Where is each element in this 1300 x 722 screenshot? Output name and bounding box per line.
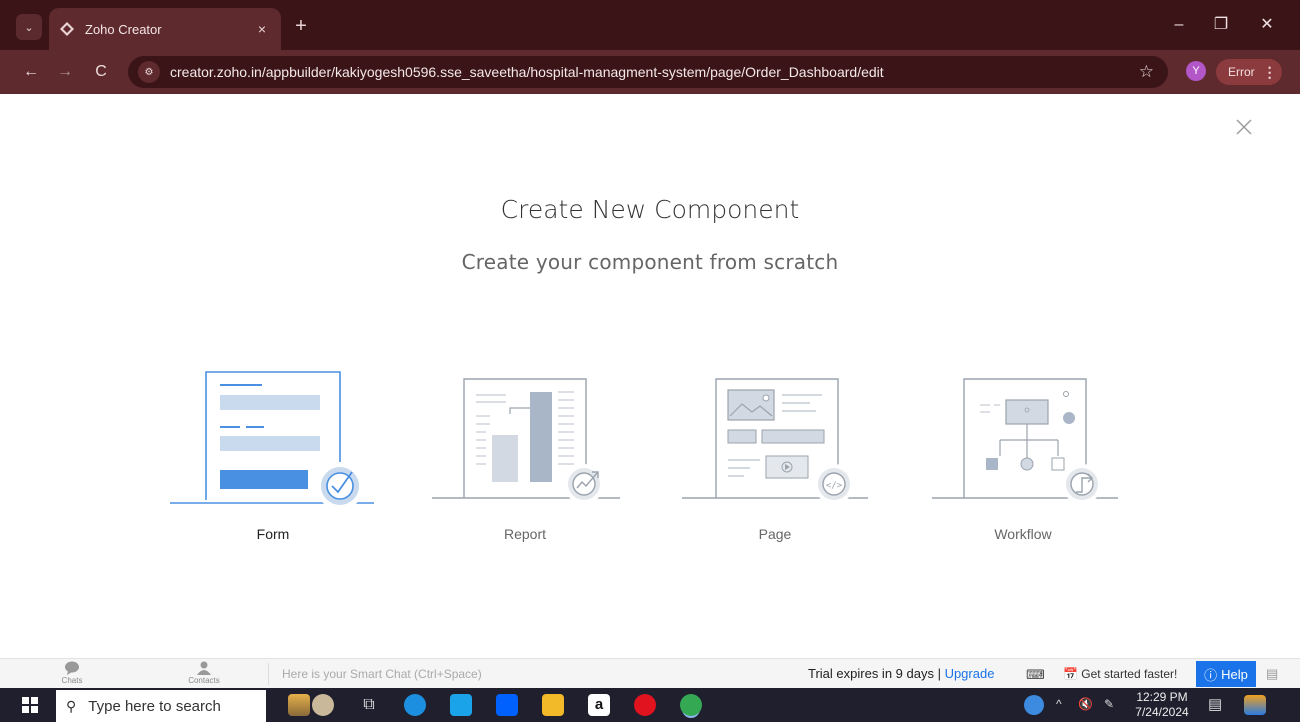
component-option-label: Form	[256, 526, 290, 542]
system-clock[interactable]: 12:29 PM 7/24/2024	[1130, 690, 1194, 720]
chats-button[interactable]: Chats	[42, 661, 102, 685]
contact-person-icon	[197, 661, 211, 675]
clock-date: 7/24/2024	[1135, 705, 1189, 719]
minimize-button[interactable]: –	[1164, 12, 1194, 38]
workflow-illustration-icon	[932, 378, 1118, 504]
speaker-muted-icon[interactable]: 🔇	[1078, 697, 1093, 711]
get-started-button[interactable]: 📅 Get started faster!	[1063, 667, 1177, 681]
window-close-button[interactable]: ✕	[1252, 12, 1282, 38]
profile-avatar[interactable]: Y	[1186, 61, 1206, 81]
zoho-bottom-bar: Chats Contacts Here is your Smart Chat (…	[0, 658, 1300, 688]
reload-button[interactable]: C	[88, 59, 114, 85]
chrome-browser-icon[interactable]	[680, 694, 702, 716]
notification-icon[interactable]: ▤	[1208, 695, 1222, 713]
notebook-icon[interactable]: ▤	[1266, 666, 1278, 682]
restore-button[interactable]: ❐	[1206, 12, 1236, 38]
url-text: creator.zoho.in/appbuilder/kakiyogesh059…	[170, 64, 884, 80]
component-option-label: Workflow	[994, 526, 1052, 542]
smart-chat-input[interactable]: Here is your Smart Chat (Ctrl+Space)	[282, 667, 482, 681]
trial-text: Trial expires in 9 days |	[808, 666, 945, 681]
search-icon: ⚲	[66, 697, 77, 714]
contacts-button[interactable]: Contacts	[174, 661, 234, 685]
browser-toolbar: ← → C ⚙ creator.zoho.in/appbuilder/kakiy…	[0, 50, 1300, 94]
help-button[interactable]: ⓘ Help	[1196, 661, 1256, 687]
browser-tab-bar: ⌄ Zoho Creator × + – ❐ ✕	[0, 0, 1300, 50]
dialog-title: Create New Component	[500, 195, 800, 224]
form-illustration-icon	[170, 371, 374, 510]
dropbox-icon[interactable]	[496, 694, 518, 716]
upgrade-link[interactable]: Upgrade	[945, 666, 995, 681]
calendar-icon: 📅	[1063, 667, 1078, 681]
forward-button[interactable]: →	[52, 59, 78, 85]
more-menu-icon: ⋮	[1262, 63, 1277, 80]
error-label: Error	[1228, 65, 1255, 79]
dialog-subtitle: Create your component from scratch	[461, 250, 839, 274]
taskbar-search-input[interactable]: ⚲ Type here to search	[56, 690, 266, 722]
get-started-label: Get started faster!	[1081, 667, 1178, 681]
help-tray-icon[interactable]	[1024, 695, 1044, 715]
stones-widget-icon[interactable]	[312, 694, 334, 716]
svg-text:</>: </>	[826, 481, 843, 491]
component-option-workflow[interactable]: Workflow	[918, 360, 1128, 560]
component-option-report[interactable]: Report	[420, 360, 630, 560]
help-circle-icon: ⓘ	[1204, 667, 1218, 683]
component-option-page[interactable]: </> Page	[670, 360, 880, 560]
search-placeholder: Type here to search	[88, 697, 221, 715]
dialog-close-icon[interactable]	[1232, 115, 1256, 139]
windows-start-icon[interactable]	[22, 697, 38, 713]
amazon-icon[interactable]: a	[588, 694, 610, 716]
windows-taskbar: ⚲ Type here to search ⧉ a ^ 🔇 ✎ 12:29 PM…	[0, 688, 1300, 722]
clock-time: 12:29 PM	[1136, 690, 1188, 704]
component-option-form[interactable]: Form	[168, 360, 378, 560]
tab-close-icon[interactable]: ×	[253, 21, 271, 37]
site-info-icon[interactable]: ⚙	[138, 61, 160, 83]
tab-title: Zoho Creator	[85, 21, 162, 37]
chats-label: Chats	[61, 676, 83, 685]
back-button[interactable]: ←	[18, 59, 44, 85]
divider	[268, 663, 269, 685]
error-button[interactable]: Error ⋮	[1216, 59, 1282, 85]
edge-browser-icon[interactable]	[404, 694, 426, 716]
component-option-label: Report	[503, 526, 547, 542]
chevron-up-icon[interactable]: ^	[1056, 697, 1062, 711]
copilot-icon[interactable]	[1244, 695, 1266, 715]
widgets-icon[interactable]	[288, 694, 310, 716]
opera-browser-icon[interactable]	[634, 694, 656, 716]
report-illustration-icon	[432, 378, 620, 504]
page-illustration-icon: </>	[682, 378, 868, 504]
tab-search-chevron-icon[interactable]: ⌄	[16, 14, 42, 40]
contacts-label: Contacts	[188, 676, 220, 685]
help-label: Help	[1221, 666, 1248, 682]
chat-bubble-icon	[65, 661, 79, 675]
keyboard-icon[interactable]: ⌨	[1026, 667, 1045, 683]
component-option-label: Page	[758, 526, 792, 542]
new-tab-button[interactable]: +	[290, 14, 312, 38]
bookmark-star-icon[interactable]: ☆	[1139, 62, 1154, 82]
mail-icon[interactable]	[450, 694, 472, 716]
pen-icon[interactable]: ✎	[1104, 697, 1114, 711]
browser-tab[interactable]: Zoho Creator ×	[49, 8, 281, 50]
task-view-icon[interactable]: ⧉	[358, 694, 380, 716]
zoho-creator-favicon-icon	[59, 21, 75, 37]
address-bar[interactable]: ⚙ creator.zoho.in/appbuilder/kakiyogesh0…	[128, 56, 1168, 88]
trial-notice: Trial expires in 9 days | Upgrade	[808, 666, 994, 681]
file-explorer-icon[interactable]	[542, 694, 564, 716]
